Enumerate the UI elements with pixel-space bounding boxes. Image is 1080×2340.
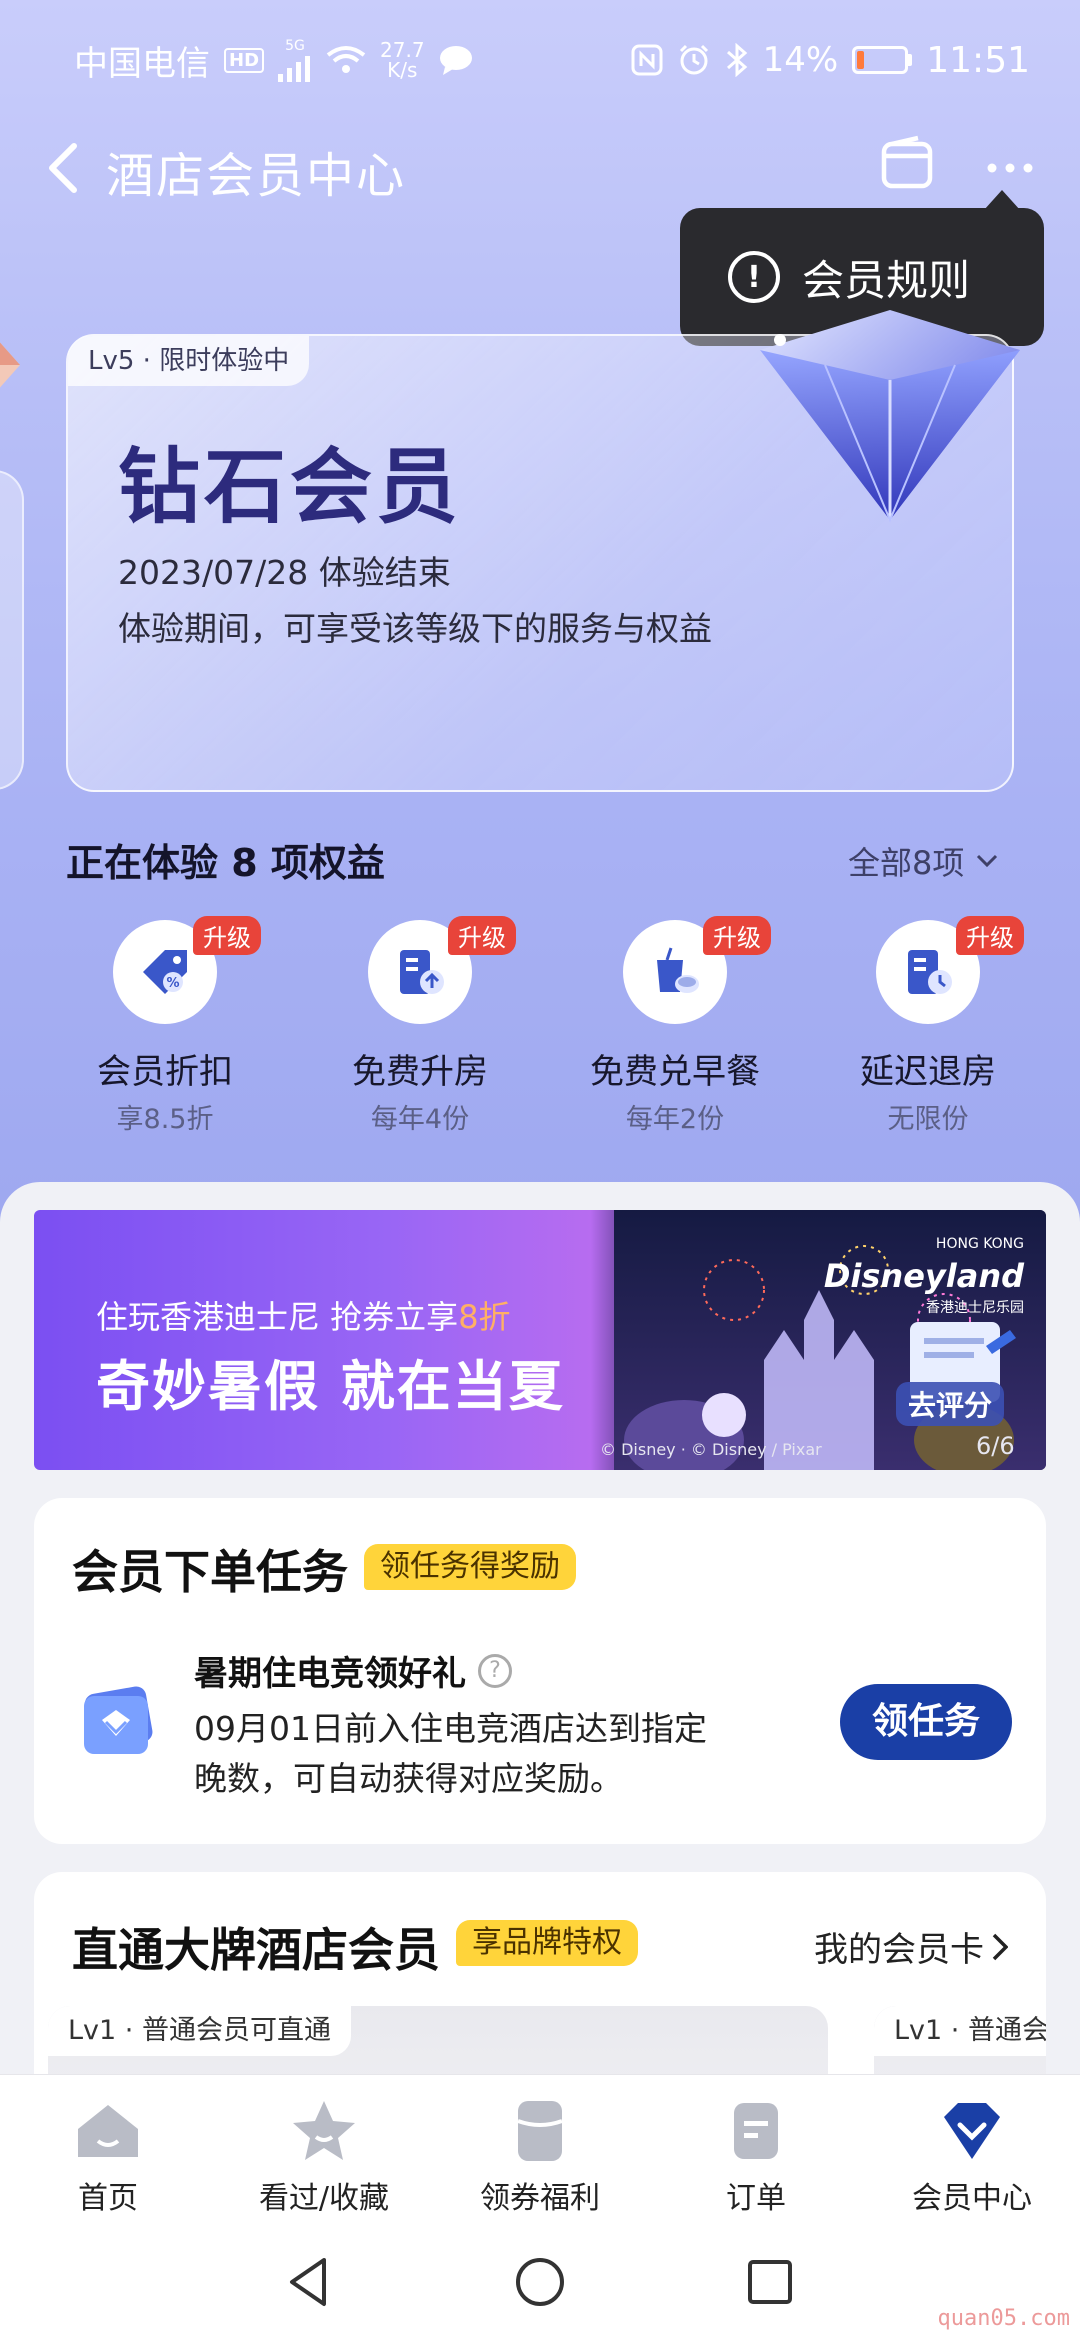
upgrade-tag: 升级 [448, 916, 516, 955]
discount-tag-icon: % [143, 950, 187, 994]
brand-card-badge: Lv1 · 普通会员 [874, 2006, 1046, 2056]
room-upgrade-icon [400, 950, 444, 994]
benefits-title: 正在体验 8 项权益 [66, 841, 385, 885]
banner-subtitle: 住玩香港迪士尼 抢券立享8折 [96, 1298, 511, 1336]
benefit-icon-wrap: % 升级 [113, 916, 261, 1024]
more-icon[interactable] [980, 142, 1040, 192]
tab-coupons[interactable]: 领券福利 [432, 2075, 648, 2224]
chevron-right-icon [992, 1933, 1008, 1960]
page-title: 酒店会员中心 [106, 148, 407, 204]
brand-card-title: 直通大牌酒店会员 [72, 1923, 440, 1977]
alarm-icon [679, 44, 708, 75]
benefit-breakfast[interactable]: 升级 免费兑早餐 每年2份 [565, 916, 785, 1136]
hd-icon: HD [224, 47, 265, 73]
nav-bar: 酒店会员中心 [0, 120, 1080, 216]
member-icon [944, 2103, 1000, 2159]
bluetooth-icon [726, 43, 747, 77]
benefit-name: 延迟退房 [860, 1052, 996, 1092]
task-card-title: 会员下单任务 [72, 1545, 348, 1599]
status-bar: 中国电信 HD 5G 27.7 K/s 14% 11:51 [0, 0, 1080, 120]
info-icon: ! [728, 251, 780, 303]
benefit-room-upgrade[interactable]: 升级 免费升房 每年4份 [310, 916, 530, 1136]
tab-label: 领券福利 [480, 2181, 600, 2216]
task-gift-icon [84, 1686, 153, 1754]
battery-percent: 14% [762, 40, 839, 80]
claim-task-button[interactable]: 领任务 [840, 1684, 1012, 1760]
benefit-icon-wrap: 升级 [623, 916, 771, 1024]
task-description: 09月01日前入住电竞酒店达到指定晚数，可自动获得对应奖励。 [194, 1709, 707, 1798]
benefit-detail: 无限份 [887, 1104, 969, 1135]
tab-orders[interactable]: 订单 [648, 2075, 864, 2224]
net-speed: 27.7 K/s [380, 38, 425, 82]
system-navigation-bar [0, 2224, 1080, 2340]
task-reward-tag: 领任务得奖励 [364, 1544, 576, 1590]
task-name-label: 暑期住电竞领好礼 [194, 1654, 466, 1694]
battery-icon [852, 46, 913, 74]
chevron-down-icon [977, 854, 998, 868]
member-task-card: 会员下单任务 领任务得奖励 暑期住电竞领好礼 ? 09月01日前入住电竞酒店达到… [34, 1498, 1046, 1844]
brand-card-badge: Lv1 · 普通会员可直通 [48, 2006, 351, 2056]
my-member-card-label: 我的会员卡 [814, 1930, 984, 1970]
back-triangle-icon[interactable] [280, 2252, 340, 2312]
benefit-icon-wrap: 升级 [368, 916, 516, 1024]
benefit-name: 免费兑早餐 [590, 1052, 760, 1092]
diamond-icon [760, 310, 1020, 523]
watermark: quan05.com [937, 2306, 1070, 2331]
banner-page-indicator: 6/6 [976, 1432, 1015, 1460]
late-checkout-clock-icon [908, 950, 952, 994]
breakfast-cup-icon [657, 947, 699, 993]
star-icon [293, 2101, 355, 2160]
nfc-icon [631, 44, 663, 76]
benefit-late-checkout[interactable]: 升级 延迟退房 无限份 [818, 916, 1038, 1136]
tab-label: 订单 [726, 2181, 786, 2216]
review-button[interactable]: 去评分 [896, 1382, 1005, 1426]
previous-card-peek [0, 470, 24, 790]
tab-history-favorites[interactable]: 看过/收藏 [216, 2075, 432, 2224]
benefit-icon-wrap: 升级 [876, 916, 1024, 1024]
upgrade-tag: 升级 [956, 916, 1024, 955]
tab-label: 首页 [78, 2181, 138, 2216]
carrier-label: 中国电信 [74, 43, 210, 84]
svg-text:%: % [166, 976, 179, 991]
trial-description: 体验期间，可享受该等级下的服务与权益 [118, 609, 712, 648]
tab-home[interactable]: 首页 [0, 2075, 216, 2224]
benefit-detail: 每年4份 [370, 1104, 470, 1135]
bottom-tab-bar: 首页 看过/收藏 领券福利 订单 会员中心 [0, 2074, 1080, 2224]
recents-square-icon[interactable] [740, 2252, 800, 2312]
level-badge: Lv5 · 限时体验中 [68, 336, 310, 386]
task-name: 暑期住电竞领好礼 ? [194, 1646, 512, 1695]
benefit-name: 会员折扣 [97, 1052, 233, 1092]
back-icon[interactable] [40, 140, 90, 196]
help-icon[interactable]: ? [478, 1653, 512, 1688]
tab-label: 看过/收藏 [258, 2181, 390, 2216]
member-rules-label: 会员规则 [802, 255, 971, 305]
tier-name: 钻石会员 [118, 440, 463, 535]
upgrade-tag: 升级 [193, 916, 261, 955]
trial-expire-date: 2023/07/28 体验结束 [118, 553, 451, 592]
benefit-detail: 每年2份 [625, 1104, 725, 1135]
upgrade-tag: 升级 [703, 916, 771, 955]
home-icon [78, 2105, 138, 2157]
message-icon [439, 46, 472, 75]
brand-privilege-tag: 享品牌特权 [456, 1920, 638, 1966]
benefit-discount[interactable]: % 升级 会员折扣 享8.5折 [55, 916, 275, 1136]
all-benefits-label: 全部8项 [848, 844, 965, 882]
all-benefits-link[interactable]: 全部8项 [848, 838, 998, 884]
my-member-card-link[interactable]: 我的会员卡 [814, 1922, 1008, 1971]
wallet-icon[interactable] [878, 134, 938, 194]
tab-label: 会员中心 [912, 2181, 1032, 2216]
banner-headline: 奇妙暑假 就在当夏 [96, 1355, 565, 1418]
order-icon [734, 2103, 778, 2159]
banner-credit: © Disney · © Disney / Pixar [600, 1440, 822, 1459]
benefit-detail: 享8.5折 [116, 1104, 214, 1135]
home-circle-icon[interactable] [510, 2252, 570, 2312]
disneyland-logo: HONG KONG Disneyland 香港迪士尼乐园 [823, 1236, 1024, 1316]
tab-member-center[interactable]: 会员中心 [864, 2075, 1080, 2224]
gem-decoration-icon [0, 342, 20, 388]
clock: 11:51 [926, 39, 1030, 81]
coupon-icon [517, 2101, 563, 2161]
benefit-name: 免费升房 [352, 1052, 488, 1092]
signal-icon: 5G [278, 36, 312, 85]
wifi-icon [326, 46, 366, 73]
